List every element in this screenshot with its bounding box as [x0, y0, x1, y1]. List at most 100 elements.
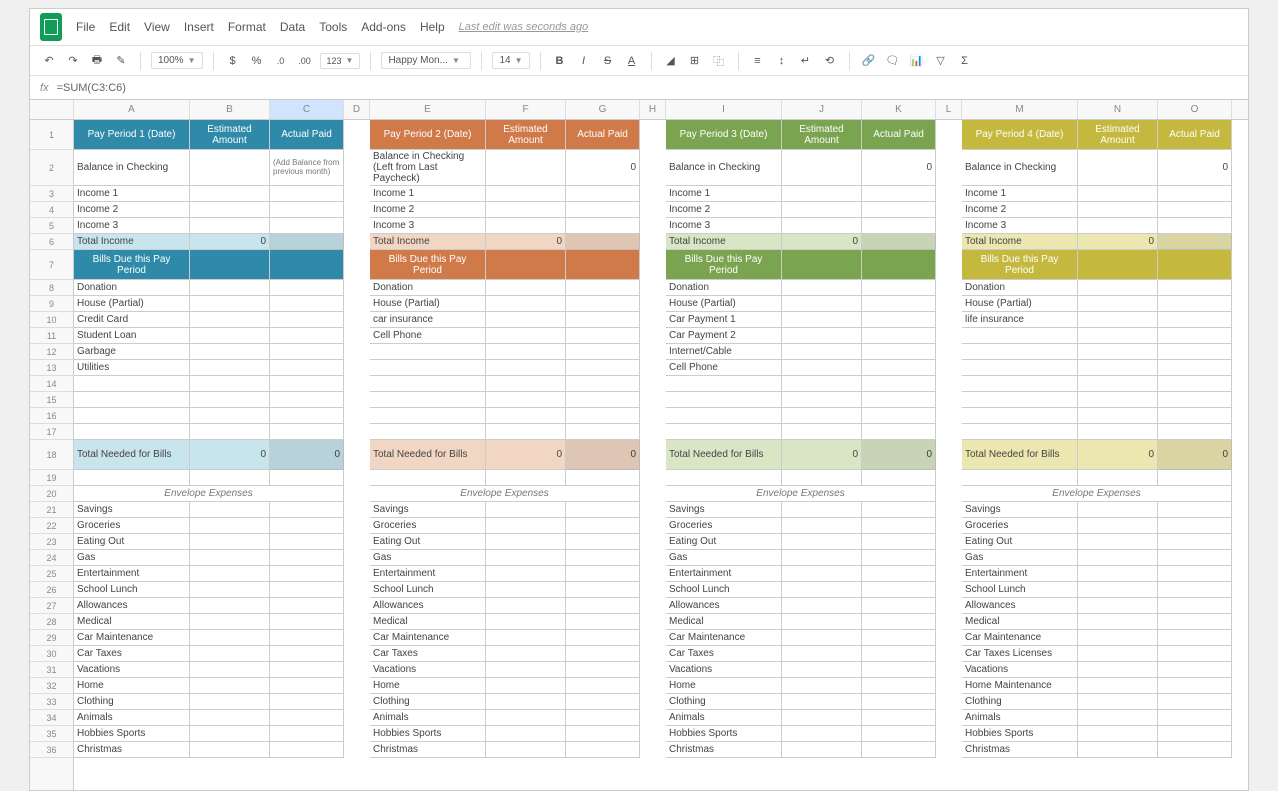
envelope-label[interactable]: Car Maintenance: [74, 630, 190, 646]
cell[interactable]: [862, 694, 936, 710]
cell[interactable]: [486, 376, 566, 392]
total-needed-label[interactable]: Total Needed for Bills: [962, 440, 1078, 470]
envelope-label[interactable]: Groceries: [74, 518, 190, 534]
cell[interactable]: [74, 470, 190, 486]
bill-label[interactable]: House (Partial): [666, 296, 782, 312]
last-edit-link[interactable]: Last edit was seconds ago: [459, 21, 589, 33]
cell[interactable]: [566, 296, 640, 312]
envelope-label[interactable]: Eating Out: [74, 534, 190, 550]
cell[interactable]: [566, 280, 640, 296]
cell[interactable]: [1158, 408, 1232, 424]
font-select[interactable]: Happy Mon...▼: [381, 52, 471, 69]
bill-label[interactable]: [74, 392, 190, 408]
total-income-est[interactable]: 0: [1078, 234, 1158, 250]
cell[interactable]: [486, 280, 566, 296]
envelope-label[interactable]: School Lunch: [74, 582, 190, 598]
cell[interactable]: [190, 566, 270, 582]
cell[interactable]: [566, 646, 640, 662]
col-header-L[interactable]: L: [936, 100, 962, 119]
cell[interactable]: [862, 566, 936, 582]
cell[interactable]: [270, 296, 344, 312]
total-needed-actual[interactable]: 0: [270, 440, 344, 470]
cell[interactable]: [190, 312, 270, 328]
envelope-label[interactable]: Medical: [370, 614, 486, 630]
cell[interactable]: [190, 202, 270, 218]
total-income-est[interactable]: 0: [782, 234, 862, 250]
envelope-label[interactable]: Car Taxes: [74, 646, 190, 662]
envelope-label[interactable]: Savings: [74, 502, 190, 518]
balance-est[interactable]: [782, 150, 862, 186]
row-header[interactable]: 33: [30, 694, 73, 710]
row-header[interactable]: 20: [30, 486, 73, 502]
envelope-label[interactable]: School Lunch: [666, 582, 782, 598]
cell[interactable]: [1158, 726, 1232, 742]
col-header-C[interactable]: C: [270, 100, 344, 119]
cell[interactable]: [782, 582, 862, 598]
font-size-select[interactable]: 14▼: [492, 52, 529, 69]
cell[interactable]: [1158, 202, 1232, 218]
cell[interactable]: [1158, 566, 1232, 582]
bill-label[interactable]: [962, 376, 1078, 392]
col-header-H[interactable]: H: [640, 100, 666, 119]
cell[interactable]: [566, 470, 640, 486]
envelope-label[interactable]: Medical: [666, 614, 782, 630]
cell[interactable]: [270, 424, 344, 440]
cell[interactable]: [270, 598, 344, 614]
bold-button[interactable]: B: [551, 52, 569, 70]
rotate-button[interactable]: ⟲: [821, 52, 839, 70]
cell[interactable]: [566, 598, 640, 614]
bill-label[interactable]: [962, 360, 1078, 376]
bill-label[interactable]: [74, 424, 190, 440]
menu-help[interactable]: Help: [420, 20, 445, 34]
row-header[interactable]: 13: [30, 360, 73, 376]
cell[interactable]: [566, 710, 640, 726]
cell[interactable]: [862, 710, 936, 726]
cell[interactable]: [782, 534, 862, 550]
cell[interactable]: [486, 518, 566, 534]
cell[interactable]: [270, 376, 344, 392]
bill-label[interactable]: Donation: [370, 280, 486, 296]
cell[interactable]: [862, 742, 936, 758]
cell[interactable]: [782, 186, 862, 202]
cell[interactable]: [1078, 566, 1158, 582]
cell[interactable]: [1078, 392, 1158, 408]
cell[interactable]: [782, 312, 862, 328]
envelope-label[interactable]: Medical: [74, 614, 190, 630]
row-header[interactable]: 30: [30, 646, 73, 662]
col-header-I[interactable]: I: [666, 100, 782, 119]
envelope-label[interactable]: Gas: [74, 550, 190, 566]
cell[interactable]: [190, 376, 270, 392]
undo-button[interactable]: ↶: [40, 52, 58, 70]
cell[interactable]: [270, 566, 344, 582]
cell[interactable]: [486, 424, 566, 440]
cell[interactable]: [190, 360, 270, 376]
envelope-label[interactable]: Groceries: [370, 518, 486, 534]
envelope-label[interactable]: Entertainment: [370, 566, 486, 582]
cell[interactable]: [782, 550, 862, 566]
cell[interactable]: [270, 742, 344, 758]
total-income-label[interactable]: Total Income: [74, 234, 190, 250]
cell[interactable]: [1158, 218, 1232, 234]
cell[interactable]: [1078, 694, 1158, 710]
cell[interactable]: [1078, 360, 1158, 376]
cell[interactable]: [782, 646, 862, 662]
envelope-label[interactable]: Car Maintenance: [666, 630, 782, 646]
envelope-label[interactable]: Hobbies Sports: [74, 726, 190, 742]
cell[interactable]: [1158, 694, 1232, 710]
envelope-label[interactable]: Home: [370, 678, 486, 694]
menu-add-ons[interactable]: Add-ons: [361, 20, 406, 34]
balance-est[interactable]: [486, 150, 566, 186]
cell[interactable]: [190, 392, 270, 408]
cell[interactable]: [782, 360, 862, 376]
cell[interactable]: [566, 392, 640, 408]
cell[interactable]: [1078, 598, 1158, 614]
cell[interactable]: [862, 726, 936, 742]
income-label[interactable]: Income 1: [666, 186, 782, 202]
total-needed-est[interactable]: 0: [1078, 440, 1158, 470]
cell[interactable]: [566, 502, 640, 518]
envelope-label[interactable]: Car Taxes Licenses: [962, 646, 1078, 662]
cell[interactable]: [1078, 218, 1158, 234]
cell[interactable]: [566, 360, 640, 376]
cell[interactable]: [1158, 376, 1232, 392]
cell[interactable]: [782, 662, 862, 678]
